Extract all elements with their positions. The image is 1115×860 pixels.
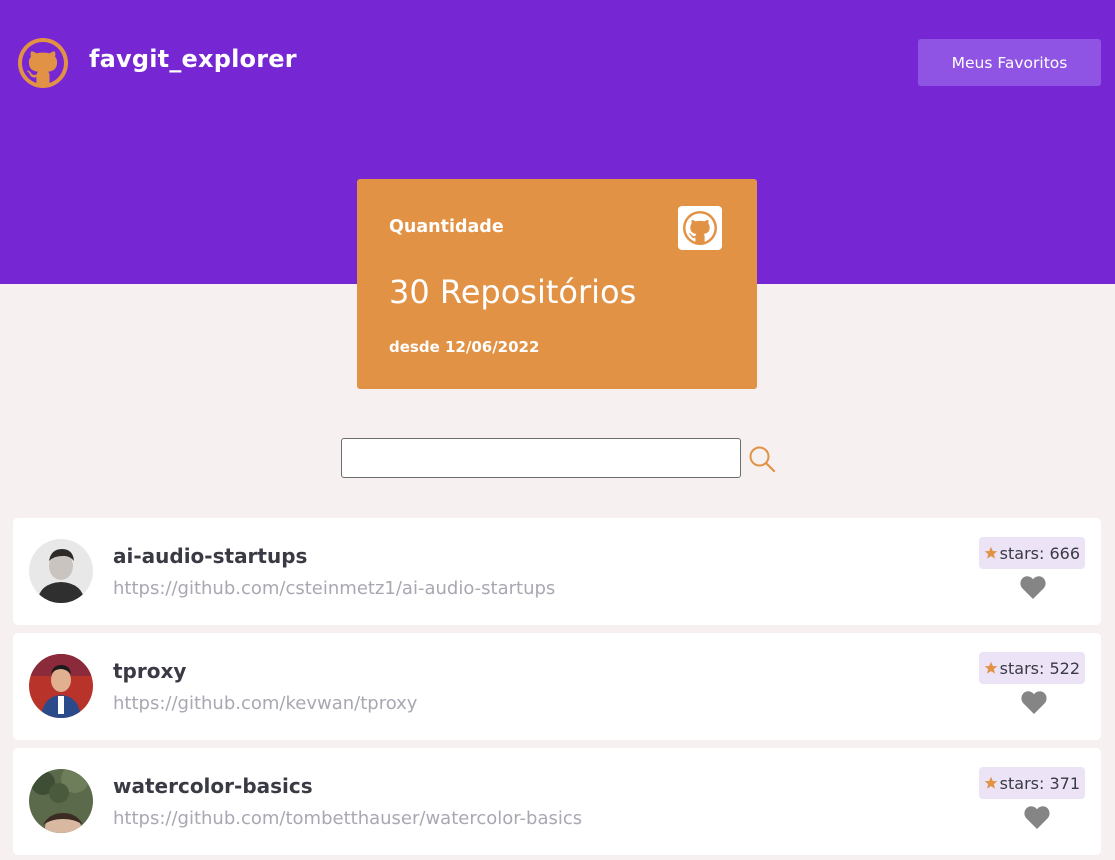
heart-icon — [1020, 576, 1046, 599]
repo-name[interactable]: ai-audio-startups — [113, 544, 307, 568]
my-favorites-button[interactable]: Meus Favoritos — [918, 39, 1101, 86]
search-icon — [749, 446, 776, 473]
repo-card[interactable]: ai-audio-startups https://github.com/cst… — [13, 518, 1101, 625]
stars-count: stars: 666 — [999, 543, 1080, 563]
repo-url[interactable]: https://github.com/csteinmetz1/ai-audio-… — [113, 578, 555, 599]
star-icon — [984, 661, 997, 674]
star-icon — [984, 546, 997, 559]
heart-icon — [1021, 691, 1047, 714]
stars-badge: stars: 371 — [978, 767, 1085, 799]
stars-count: stars: 371 — [999, 773, 1080, 793]
star-icon — [984, 776, 997, 789]
avatar — [29, 539, 93, 603]
repo-name[interactable]: watercolor-basics — [113, 774, 313, 798]
repo-card[interactable]: tproxy https://github.com/kevwan/tproxy … — [13, 633, 1101, 740]
repo-card[interactable]: watercolor-basics https://github.com/tom… — [13, 748, 1101, 855]
stars-badge: stars: 522 — [978, 652, 1085, 684]
repository-count: 30 Repositórios — [389, 273, 637, 311]
search-input[interactable] — [341, 438, 741, 478]
favorite-button[interactable] — [1019, 689, 1049, 717]
stars-count: stars: 522 — [999, 658, 1080, 678]
favorite-button[interactable] — [1022, 804, 1052, 832]
stars-badge: stars: 666 — [978, 537, 1085, 569]
github-logo-icon[interactable] — [16, 36, 70, 90]
repo-url[interactable]: https://github.com/kevwan/tproxy — [113, 693, 417, 714]
search-button[interactable] — [745, 442, 779, 476]
favorite-button[interactable] — [1018, 574, 1048, 602]
summary-label: Quantidade — [389, 217, 504, 237]
github-icon — [678, 206, 722, 250]
repo-url[interactable]: https://github.com/tombetthauser/waterco… — [113, 808, 582, 829]
repository-count-card: Quantidade 30 Repositórios desde 12/06/2… — [357, 179, 757, 389]
since-date: desde 12/06/2022 — [389, 338, 540, 356]
avatar — [29, 654, 93, 718]
heart-icon — [1024, 806, 1050, 829]
avatar — [29, 769, 93, 833]
app-title: favgit_explorer — [89, 45, 297, 73]
repo-name[interactable]: tproxy — [113, 659, 186, 683]
